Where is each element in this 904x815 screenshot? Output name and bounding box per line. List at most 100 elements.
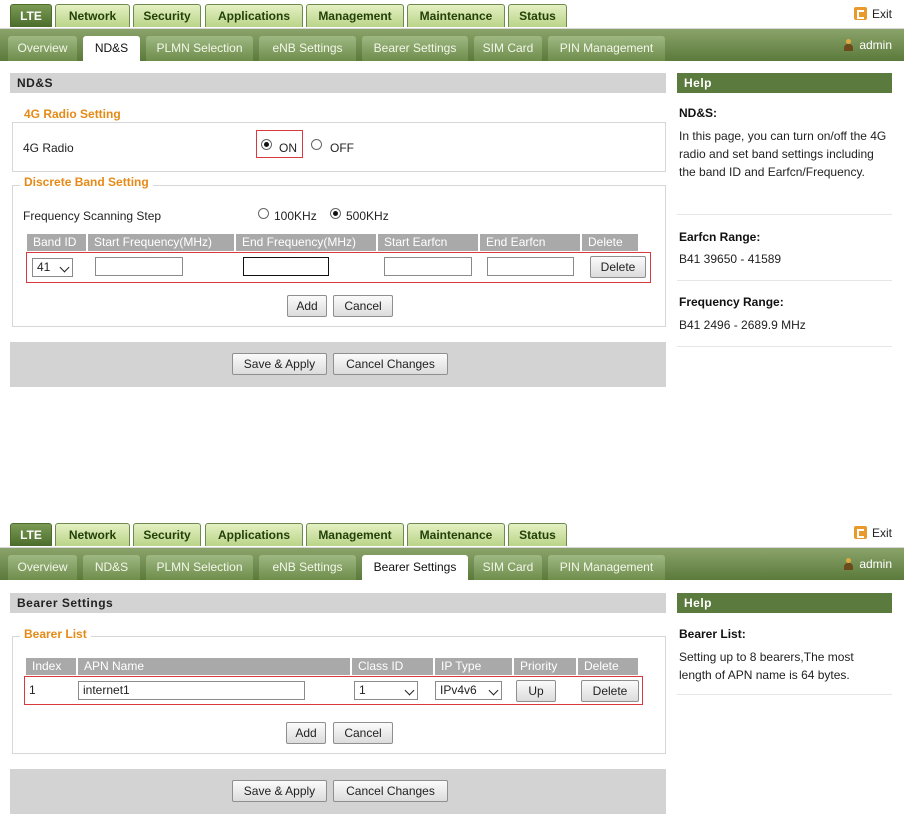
priority-up-button[interactable]: Up — [516, 680, 556, 702]
band-id-select[interactable]: 41 — [32, 258, 73, 277]
tab-status[interactable]: Status — [508, 523, 567, 546]
class-id-value: 1 — [359, 683, 366, 697]
col-band-id: Band ID — [27, 234, 86, 251]
radio-on[interactable] — [261, 139, 272, 150]
cancel-changes-button[interactable]: Cancel Changes — [333, 353, 448, 375]
help-text-earfcn: B41 39650 - 41589 — [679, 252, 782, 266]
apn-name-input[interactable]: internet1 — [78, 681, 305, 700]
help-header: Help — [677, 593, 892, 613]
col-delete: Delete — [578, 658, 638, 675]
subtab-pin-management[interactable]: PIN Management — [548, 36, 665, 61]
exit-icon — [853, 526, 867, 539]
tab-applications[interactable]: Applications — [205, 523, 303, 546]
help-divider — [677, 214, 892, 215]
subtab-sim-card[interactable]: SIM Card — [474, 36, 542, 61]
user-name: admin — [859, 38, 892, 52]
add-bearer-button[interactable]: Add — [286, 722, 326, 744]
col-start-earfcn: Start Earfcn — [378, 234, 478, 251]
col-index: Index — [26, 658, 76, 675]
tab-maintenance[interactable]: Maintenance — [407, 4, 505, 27]
radio-on-label: ON — [279, 141, 297, 155]
save-apply-button[interactable]: Save & Apply — [232, 780, 327, 802]
help-divider — [677, 280, 892, 281]
exit-button[interactable]: Exit — [853, 5, 892, 23]
subtab-plmn-selection[interactable]: PLMN Selection — [146, 36, 253, 61]
help-title-bearer-list: Bearer List: — [679, 627, 746, 641]
scan-500khz-label: 500KHz — [346, 209, 389, 223]
help-title-frequency: Frequency Range: — [679, 295, 784, 309]
tab-security[interactable]: Security — [133, 4, 201, 27]
tab-management[interactable]: Management — [306, 4, 404, 27]
subtab-nds[interactable]: ND&S — [83, 36, 140, 61]
class-id-select[interactable]: 1 — [354, 681, 418, 700]
col-priority: Priority — [514, 658, 576, 675]
chevron-down-icon — [59, 262, 70, 273]
help-divider — [677, 694, 892, 695]
radio-label: 4G Radio — [23, 141, 74, 155]
bearer-list-legend: Bearer List — [20, 627, 91, 641]
exit-icon — [853, 7, 867, 20]
help-text-frequency: B41 2496 - 2689.9 MHz — [679, 318, 806, 332]
top-tab-bar: LTE Network Security Applications Manage… — [0, 519, 904, 548]
user-icon — [844, 39, 854, 51]
tab-lte[interactable]: LTE — [10, 4, 52, 27]
end-earfcn-input[interactable] — [487, 257, 574, 276]
col-class-id: Class ID — [352, 658, 433, 675]
col-ip-type: IP Type — [435, 658, 512, 675]
col-start-frequency: Start Frequency(MHz) — [88, 234, 234, 251]
tab-management[interactable]: Management — [306, 523, 404, 546]
subtab-sim-card[interactable]: SIM Card — [474, 555, 542, 580]
scan-500khz-radio[interactable] — [330, 208, 341, 219]
tab-maintenance[interactable]: Maintenance — [407, 523, 505, 546]
delete-bearer-button[interactable]: Delete — [581, 680, 639, 702]
nds-screen: LTE Network Security Applications Manage… — [0, 0, 904, 392]
subtab-pin-management[interactable]: PIN Management — [548, 555, 665, 580]
cancel-changes-button[interactable]: Cancel Changes — [333, 780, 448, 802]
radio-off-label: OFF — [330, 141, 354, 155]
radio-off[interactable] — [311, 139, 322, 150]
subtab-enb-settings[interactable]: eNB Settings — [259, 36, 356, 61]
scan-100khz-label: 100KHz — [274, 209, 317, 223]
subtab-bearer-settings[interactable]: Bearer Settings — [362, 36, 468, 61]
page-title: Bearer Settings — [10, 593, 666, 613]
ip-type-value: IPv4v6 — [440, 683, 477, 697]
end-frequency-input[interactable] — [243, 257, 329, 276]
bearer-index: 1 — [29, 683, 36, 697]
page-title: ND&S — [10, 73, 666, 93]
save-apply-button[interactable]: Save & Apply — [232, 353, 327, 375]
chevron-down-icon — [404, 685, 415, 696]
scan-100khz-radio[interactable] — [258, 208, 269, 219]
subtab-overview[interactable]: Overview — [8, 36, 77, 61]
col-delete: Delete — [582, 234, 638, 251]
help-divider — [677, 346, 892, 347]
subtab-enb-settings[interactable]: eNB Settings — [259, 555, 356, 580]
user-icon — [844, 558, 854, 570]
ip-type-select[interactable]: IPv4v6 — [435, 681, 502, 700]
start-earfcn-input[interactable] — [384, 257, 472, 276]
help-header: Help — [677, 73, 892, 93]
exit-button[interactable]: Exit — [853, 524, 892, 542]
subtab-overview[interactable]: Overview — [8, 555, 77, 580]
subtab-plmn-selection[interactable]: PLMN Selection — [146, 555, 253, 580]
scan-step-label: Frequency Scanning Step — [23, 209, 162, 223]
cancel-band-button[interactable]: Cancel — [333, 295, 393, 317]
band-id-value: 41 — [37, 260, 51, 274]
tab-lte[interactable]: LTE — [10, 523, 52, 546]
start-frequency-input[interactable] — [95, 257, 183, 276]
tab-applications[interactable]: Applications — [205, 4, 303, 27]
add-band-button[interactable]: Add — [287, 295, 327, 317]
exit-label: Exit — [871, 7, 892, 21]
tab-security[interactable]: Security — [133, 523, 201, 546]
help-text-bearer-list: Setting up to 8 bearers,The most length … — [679, 650, 854, 682]
subtab-bearer-settings[interactable]: Bearer Settings — [362, 555, 468, 580]
help-title-nds: ND&S: — [679, 106, 717, 120]
col-end-earfcn: End Earfcn — [480, 234, 580, 251]
cancel-bearer-button[interactable]: Cancel — [333, 722, 393, 744]
tab-network[interactable]: Network — [55, 523, 130, 546]
delete-band-button[interactable]: Delete — [590, 256, 646, 278]
tab-status[interactable]: Status — [508, 4, 567, 27]
subtab-nds[interactable]: ND&S — [83, 555, 140, 580]
top-tab-bar: LTE Network Security Applications Manage… — [0, 0, 904, 29]
sub-tab-bar: Overview ND&S PLMN Selection eNB Setting… — [0, 29, 904, 61]
tab-network[interactable]: Network — [55, 4, 130, 27]
